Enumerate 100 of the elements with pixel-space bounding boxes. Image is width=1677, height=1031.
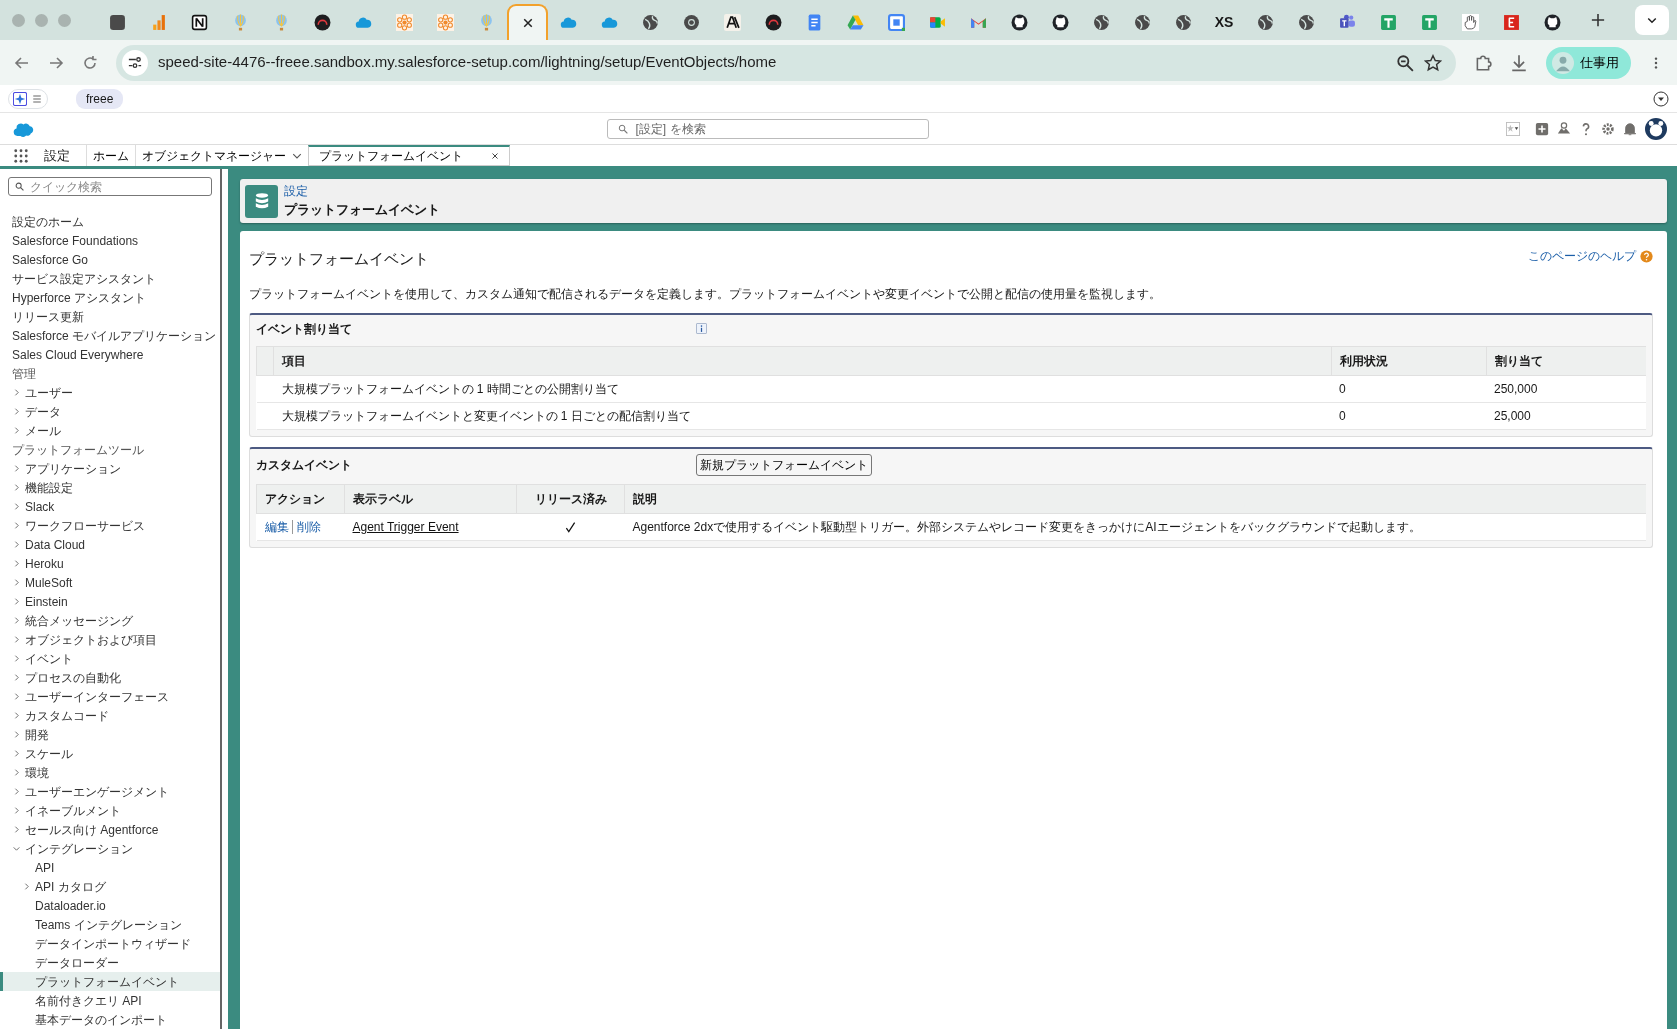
chevron-right-icon[interactable] [12, 502, 21, 511]
app-launcher-icon[interactable] [14, 148, 28, 163]
sidebar-item[interactable]: 基本データのインポート [0, 1010, 220, 1029]
chevron-right-icon[interactable] [12, 749, 21, 758]
plus-icon[interactable] [1535, 121, 1549, 136]
sidebar-item[interactable]: インテグレーション [0, 839, 220, 858]
forward-icon[interactable] [48, 54, 64, 71]
sidebar-item[interactable]: 機能設定 [0, 478, 220, 497]
chevron-right-icon[interactable] [12, 730, 21, 739]
bell-icon[interactable] [1623, 121, 1637, 136]
dropdown-icon[interactable] [1653, 90, 1669, 107]
sidebar-item[interactable]: セールス向け Agentforce [0, 820, 220, 839]
back-icon[interactable] [14, 54, 30, 71]
sidebar-item[interactable]: ユーザーインターフェース [0, 687, 220, 706]
sidebar-item[interactable]: Slack [0, 497, 220, 516]
sidebar-item[interactable]: ユーザー [0, 383, 220, 402]
puzzle-icon[interactable] [1474, 53, 1492, 72]
chevron-right-icon[interactable] [12, 426, 21, 435]
sidebar-item[interactable]: サービス設定アシスタント [0, 269, 220, 288]
sidebar-item[interactable]: Heroku [0, 554, 220, 573]
nav-tab[interactable]: プラットフォームイベント [308, 145, 510, 166]
sidebar-item[interactable]: オブジェクトおよび項目 [0, 630, 220, 649]
chevron-right-icon[interactable] [12, 692, 21, 701]
sidebar-item[interactable]: データインポートウィザード [0, 934, 220, 953]
window-control[interactable] [12, 13, 25, 27]
sidebar-item[interactable]: プロセスの自動化 [0, 668, 220, 687]
sidebar-item[interactable]: Salesforce Foundations [0, 231, 220, 250]
event-link[interactable]: Agent Trigger Event [352, 519, 459, 534]
chevron-right-icon[interactable] [12, 597, 21, 606]
sidebar-item[interactable]: Hyperforce アシスタント [0, 288, 220, 307]
chevron-right-icon[interactable] [12, 483, 21, 492]
sidebar-item[interactable]: Sales Cloud Everywhere [0, 345, 220, 364]
chevron-right-icon[interactable] [12, 635, 21, 644]
sidebar-item[interactable]: ワークフローサービス [0, 516, 220, 535]
chevron-right-icon[interactable] [12, 787, 21, 796]
chevron-right-icon[interactable] [12, 578, 21, 587]
sidebar-item[interactable]: MuleSoft [0, 573, 220, 592]
window-control[interactable] [35, 13, 48, 27]
close-icon[interactable] [521, 17, 534, 29]
sidebar-item[interactable]: カスタムコード [0, 706, 220, 725]
chevron-right-icon[interactable] [12, 388, 21, 397]
sidebar-item[interactable]: 名前付きクエリ API [0, 991, 220, 1010]
breadcrumb-link[interactable]: 設定 [284, 182, 440, 201]
sidebar-item[interactable]: 設定のホーム [0, 212, 220, 231]
chevron-right-icon[interactable] [12, 407, 21, 416]
help-link[interactable]: このページのヘルプ [1528, 247, 1653, 265]
sidebar-item[interactable]: プラットフォームイベント [0, 972, 220, 991]
sidebar-item[interactable]: Einstein [0, 592, 220, 611]
sidebar-item[interactable]: Dataloader.io [0, 896, 220, 915]
chevron-right-icon[interactable] [12, 806, 21, 815]
chevron-right-icon[interactable] [12, 616, 21, 625]
sidebar-item[interactable]: スケール [0, 744, 220, 763]
sidebar-item[interactable]: データ [0, 402, 220, 421]
star-icon[interactable] [1424, 53, 1442, 72]
sidebar-item[interactable]: イネーブルメント [0, 801, 220, 820]
info-icon[interactable] [696, 323, 707, 334]
sidebar-item[interactable]: データローダー [0, 953, 220, 972]
chevron-right-icon[interactable] [12, 711, 21, 720]
sidebar-item[interactable]: アプリケーション [0, 459, 220, 478]
sidebar-item[interactable]: Data Cloud [0, 535, 220, 554]
sidebar-item[interactable]: ユーザーエンゲージメント [0, 782, 220, 801]
new-event-button[interactable]: 新規プラットフォームイベント [696, 453, 872, 476]
download-icon[interactable] [1510, 53, 1528, 72]
chevron-right-icon[interactable] [12, 654, 21, 663]
chevron-right-icon[interactable] [12, 825, 21, 834]
site-settings-icon[interactable] [128, 55, 142, 70]
search-field[interactable]: [設定] を検索 [606, 118, 929, 139]
reload-icon[interactable] [82, 54, 98, 71]
quick-find-field[interactable]: クイック検索 [8, 177, 212, 196]
sidebar-item[interactable]: Salesforce モバイルアプリケーション [0, 326, 220, 345]
sidebar-item[interactable]: 環境 [0, 763, 220, 782]
tab-list-button[interactable] [1635, 5, 1669, 35]
window-control[interactable] [58, 13, 71, 27]
sidebar-item[interactable]: 統合メッセージング [0, 611, 220, 630]
address-bar[interactable]: speed-site-4476--freee.sandbox.my.salesforce-setup.com/lightning/setup/EventObjects/home [116, 44, 1456, 81]
sidebar-item[interactable]: Salesforce Go [0, 250, 220, 269]
action-link[interactable]: 削除 [291, 519, 321, 534]
chevron-right-icon[interactable] [12, 673, 21, 682]
action-link[interactable]: 編集 [264, 519, 289, 534]
chevron-right-icon[interactable] [22, 882, 31, 891]
browser-tab[interactable]: XS [1204, 4, 1245, 40]
new-tab-icon[interactable] [1591, 13, 1605, 27]
profile-button[interactable]: 仕事用 [1546, 46, 1631, 79]
sidebar-item[interactable]: メール [0, 421, 220, 440]
chevron-right-icon[interactable] [12, 540, 21, 549]
sidebar-item[interactable]: API [0, 858, 220, 877]
chevron-right-icon[interactable] [12, 559, 21, 568]
avatar-icon[interactable] [1645, 117, 1667, 140]
chevron-right-icon[interactable] [12, 464, 21, 473]
sidebar-item[interactable]: Teams インテグレーション [0, 915, 220, 934]
sidebar-item[interactable]: 開発 [0, 725, 220, 744]
zoom-icon[interactable] [1396, 53, 1414, 72]
sidebar-item[interactable]: リリース更新 [0, 307, 220, 326]
close-icon[interactable] [491, 152, 499, 160]
sidebar-item[interactable]: イベント [0, 649, 220, 668]
chevron-right-icon[interactable] [12, 768, 21, 777]
tag-chip[interactable]: freee [76, 88, 124, 109]
chevron-right-icon[interactable] [12, 521, 21, 530]
settings-icon[interactable] [1601, 121, 1615, 136]
sidebar-item[interactable]: API カタログ [0, 877, 220, 896]
